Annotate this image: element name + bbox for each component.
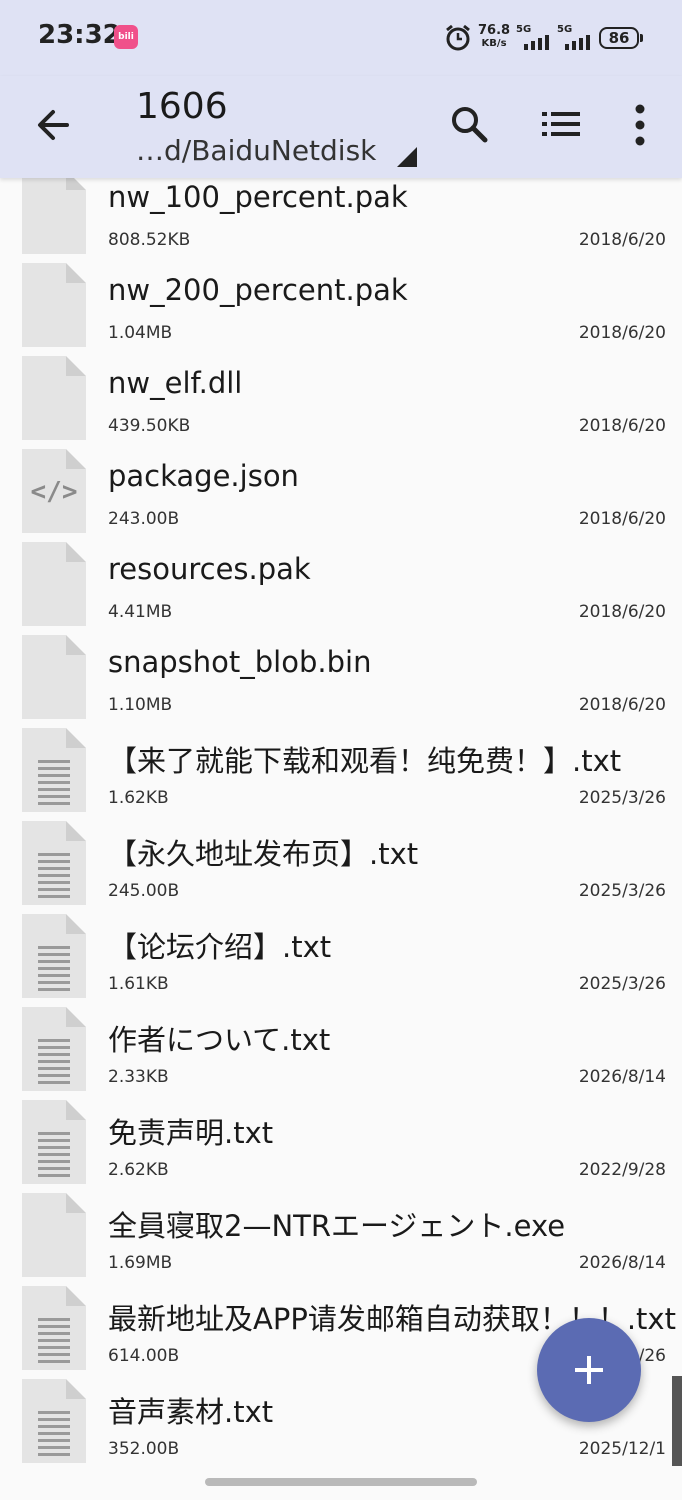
file-date: /26 (638, 1346, 666, 1366)
text-file-icon (22, 821, 86, 905)
file-size: 439.50KB (108, 416, 191, 436)
file-name: package.json (108, 459, 299, 493)
file-size: 1.62KB (108, 788, 169, 808)
file-row[interactable]: 【论坛介绍】.txt 1.61KB 2025/3/26 (0, 908, 682, 1001)
text-file-icon (22, 1007, 86, 1091)
file-size: 243.00B (108, 509, 180, 529)
file-row[interactable]: snapshot_blob.bin 1.10MB 2018/6/20 (0, 629, 682, 722)
file-size: 614.00B (108, 1346, 180, 1366)
folder-title: 1606 (136, 86, 228, 127)
file-size: 808.52KB (108, 230, 191, 250)
signal-sim2-icon: 5G (557, 24, 593, 50)
file-date: 2022/9/28 (578, 1160, 666, 1180)
file-row[interactable]: 全員寝取2—NTRエージェント.exe 1.69MB 2026/8/14 (0, 1187, 682, 1280)
file-date: 2018/6/20 (578, 230, 666, 250)
list-view-icon[interactable] (540, 106, 582, 142)
file-size: 1.61KB (108, 974, 169, 994)
file-size: 2.62KB (108, 1160, 169, 1180)
text-file-icon (22, 1100, 86, 1184)
file-row[interactable]: resources.pak 4.41MB 2018/6/20 (0, 536, 682, 629)
file-size: 245.00B (108, 881, 180, 901)
bilibili-app-icon: bili (114, 25, 138, 49)
file-name: 【永久地址发布页】.txt (108, 837, 419, 871)
add-fab-button[interactable] (537, 1318, 641, 1422)
file-icon (22, 635, 86, 719)
file-name: resources.pak (108, 552, 311, 586)
signal-sim1-icon: 5G (516, 24, 552, 50)
file-name: 免责声明.txt (108, 1116, 274, 1150)
file-date: 2026/8/14 (578, 1253, 666, 1273)
text-file-icon (22, 728, 86, 812)
code-file-icon: </> (22, 449, 86, 533)
file-icon (22, 1193, 86, 1277)
file-name: snapshot_blob.bin (108, 645, 372, 679)
file-row[interactable]: 【永久地址发布页】.txt 245.00B 2025/3/26 (0, 815, 682, 908)
file-name: 音声素材.txt (108, 1395, 274, 1429)
path-dropdown-icon[interactable] (397, 147, 417, 167)
home-indicator[interactable] (205, 1478, 477, 1486)
file-name: 全員寝取2—NTRエージェント.exe (108, 1209, 566, 1243)
file-size: 4.41MB (108, 602, 173, 622)
file-date: 2018/6/20 (578, 602, 666, 622)
file-date: 2025/3/26 (578, 974, 666, 994)
status-time: 23:32 (38, 20, 121, 50)
file-row[interactable]: 免责声明.txt 2.62KB 2022/9/28 (0, 1094, 682, 1187)
search-icon[interactable] (447, 102, 491, 146)
file-row[interactable]: nw_200_percent.pak 1.04MB 2018/6/20 (0, 257, 682, 350)
file-size: 1.10MB (108, 695, 173, 715)
file-date: 2018/6/20 (578, 416, 666, 436)
file-icon (22, 356, 86, 440)
text-file-icon (22, 1286, 86, 1370)
file-size: 1.04MB (108, 323, 173, 343)
file-size: 2.33KB (108, 1067, 169, 1087)
more-options-icon[interactable] (622, 102, 658, 148)
file-list: nw_100_percent.pak 808.52KB 2018/6/20 nw_20… (0, 178, 682, 1500)
file-name: nw_200_percent.pak (108, 273, 408, 307)
file-date: 2018/6/20 (578, 323, 666, 343)
file-name: nw_100_percent.pak (108, 180, 408, 214)
battery-icon: 86 (599, 27, 643, 49)
file-icon (22, 542, 86, 626)
file-size: 352.00B (108, 1439, 180, 1459)
back-arrow-icon[interactable] (33, 103, 73, 147)
file-icon (22, 263, 86, 347)
status-bar: 23:32 bili 76.8 KB/s 5G 5G 86 (0, 0, 682, 76)
file-row[interactable]: 【来了就能下载和观看！纯免费！】.txt 1.62KB 2025/3/26 (0, 722, 682, 815)
app-bar: 1606 …d/BaiduNetdisk (0, 76, 682, 178)
file-name: 【论坛介绍】.txt (108, 930, 332, 964)
alarm-icon (446, 24, 470, 51)
file-name: 【来了就能下载和观看！纯免费！】.txt (108, 744, 622, 778)
file-icon (22, 178, 86, 254)
file-row[interactable]: 作者について.txt 2.33KB 2026/8/14 (0, 1001, 682, 1094)
text-file-icon (22, 914, 86, 998)
file-date: 2018/6/20 (578, 695, 666, 715)
scrollbar[interactable] (672, 1376, 682, 1466)
file-row[interactable]: nw_elf.dll 439.50KB 2018/6/20 (0, 350, 682, 443)
folder-path[interactable]: …d/BaiduNetdisk (136, 134, 376, 167)
file-size: 1.69MB (108, 1253, 173, 1273)
file-date: 2025/3/26 (578, 788, 666, 808)
file-date: 2026/8/14 (578, 1067, 666, 1087)
network-speed: 76.8 KB/s (478, 23, 511, 49)
file-date: 2025/3/26 (578, 881, 666, 901)
file-date: 2018/6/20 (578, 509, 666, 529)
file-name: 作者について.txt (108, 1023, 331, 1057)
file-row[interactable]: </> package.json 243.00B 2018/6/20 (0, 443, 682, 536)
text-file-icon (22, 1379, 86, 1463)
file-row[interactable]: nw_100_percent.pak 808.52KB 2018/6/20 (0, 178, 682, 257)
file-name: nw_elf.dll (108, 366, 243, 400)
file-date: 2025/12/1 (578, 1439, 666, 1459)
